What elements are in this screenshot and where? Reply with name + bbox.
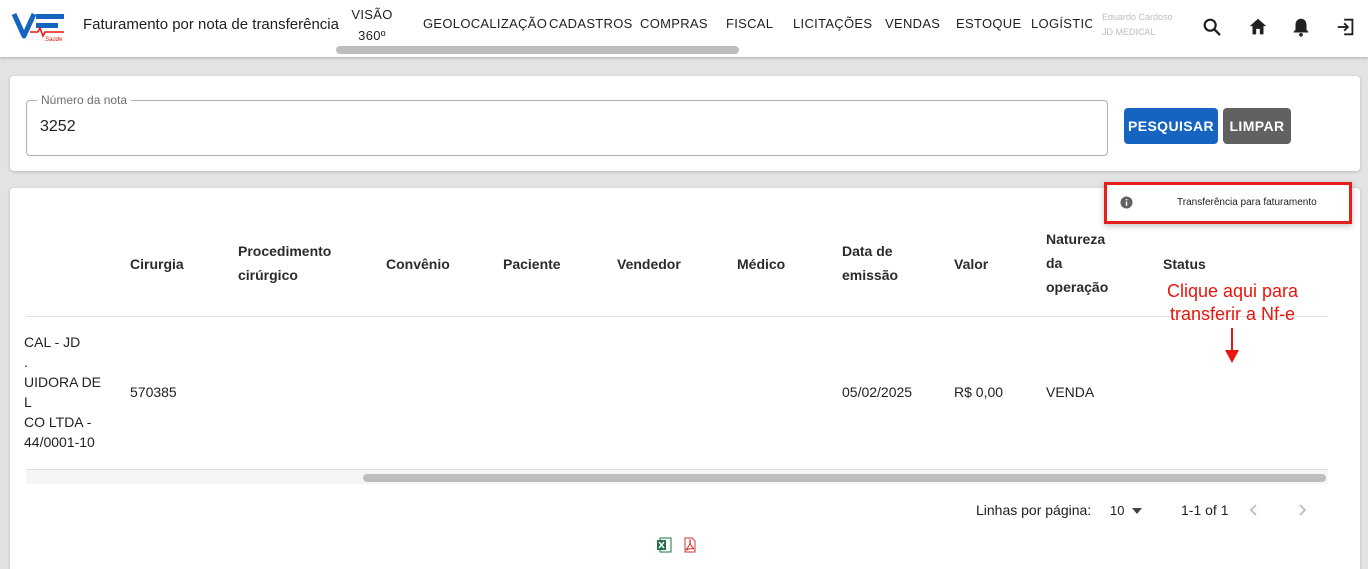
user-company: JD MEDICAL — [1102, 27, 1156, 37]
nav-item-visao-360[interactable]: VISÃO 360º — [346, 4, 398, 46]
search-card: Número da nota PESQUISAR LIMPAR — [10, 76, 1360, 171]
column-header-convenio[interactable]: Convênio — [386, 252, 450, 276]
column-header-text: da — [1046, 255, 1063, 271]
nav-item-logistica[interactable]: LOGÍSTICA — [1031, 16, 1092, 31]
nav-item-estoque[interactable]: ESTOQUE — [956, 16, 1021, 31]
table-cell-partial: UIDORA DE — [24, 374, 102, 390]
pagination-range: 1-1 of 1 — [1181, 502, 1229, 518]
svg-text:Saúde: Saúde — [45, 37, 63, 42]
chevron-left-icon[interactable] — [1246, 502, 1262, 518]
column-header-status[interactable]: Status — [1163, 252, 1206, 276]
home-icon[interactable] — [1247, 16, 1269, 38]
column-header-text: Procedimento — [238, 243, 332, 259]
transfer-to-billing-label: Transferência para faturamento — [1177, 197, 1317, 208]
rows-per-page-select[interactable]: 10 — [1110, 503, 1124, 518]
column-header-text: emissão — [842, 267, 899, 283]
excel-icon[interactable] — [656, 537, 672, 553]
column-header-text: operação — [1046, 279, 1109, 295]
user-name: Eduardo Cardoso — [1102, 12, 1173, 22]
top-bar: Saúde Faturamento por nota de transferên… — [0, 0, 1368, 57]
note-number-label: Número da nota — [37, 93, 132, 107]
table-cell-partial: L — [24, 394, 32, 410]
rows-per-page-label: Linhas por página: — [976, 502, 1092, 518]
column-header-text: Data de — [842, 243, 893, 259]
table-scrollbar-thumb[interactable] — [363, 474, 1326, 482]
callout-line: Clique aqui para — [1166, 281, 1299, 301]
note-number-field[interactable]: Número da nota — [26, 93, 1108, 156]
note-number-input[interactable] — [40, 118, 1090, 136]
clear-button[interactable]: LIMPAR — [1223, 108, 1291, 144]
column-header-vendedor[interactable]: Vendedor — [617, 252, 681, 276]
chevron-right-icon[interactable] — [1294, 502, 1310, 518]
table-cell-partial: CO LTDA - — [24, 414, 92, 430]
column-header-procedimento[interactable]: Procedimento cirúrgico — [238, 239, 331, 287]
column-header-natureza[interactable]: Natureza da operação — [1046, 227, 1108, 299]
app-logo[interactable]: Saúde — [12, 10, 66, 42]
table-cell-valor: R$ 0,00 — [954, 384, 1004, 400]
table-cell-cirurgia: 570385 — [130, 384, 177, 400]
search-icon[interactable] — [1201, 16, 1223, 38]
nav-item-vendas[interactable]: VENDAS — [885, 16, 940, 31]
column-header-cirurgia[interactable]: Cirurgia — [130, 252, 184, 276]
nav-item-cadastros[interactable]: CADASTROS — [549, 16, 633, 31]
table-cell-partial: CAL - JD — [24, 334, 81, 350]
logout-icon[interactable] — [1335, 16, 1357, 38]
nav-scrollbar[interactable] — [336, 46, 739, 54]
callout-line: transferir a Nf-e — [1169, 304, 1296, 324]
user-info: Eduardo Cardoso JD MEDICAL — [1102, 10, 1173, 40]
transfer-to-billing-menu-item[interactable]: Transferência para faturamento — [1104, 182, 1352, 224]
column-header-text: cirúrgico — [238, 267, 298, 283]
pdf-icon[interactable] — [682, 537, 698, 553]
caret-down-icon[interactable] — [1132, 508, 1142, 514]
header-divider — [26, 316, 1328, 317]
table-cell-partial: . — [24, 354, 28, 370]
bell-icon[interactable] — [1290, 16, 1312, 38]
column-header-valor[interactable]: Valor — [954, 252, 988, 276]
arrow-down-icon — [1225, 328, 1239, 363]
page-title: Faturamento por nota de transferência — [83, 16, 339, 33]
callout-annotation: Clique aqui para transferir a Nf-e — [1160, 280, 1305, 326]
table-cell-partial: 44/0001-10 — [24, 434, 95, 450]
table-cell-data-emissao: 05/02/2025 — [842, 384, 913, 400]
table-cell-natureza: VENDA — [1046, 384, 1095, 400]
info-icon — [1120, 196, 1133, 209]
nav-item-licitacoes[interactable]: LICITAÇÕES — [793, 16, 872, 31]
nav-item-compras[interactable]: COMPRAS — [640, 16, 708, 31]
results-card: Cirurgia Procedimento cirúrgico Convênio… — [10, 188, 1360, 569]
column-header-medico[interactable]: Médico — [737, 252, 785, 276]
column-header-paciente[interactable]: Paciente — [503, 252, 561, 276]
nav-item-fiscal[interactable]: FISCAL — [726, 16, 773, 31]
column-header-data-emissao[interactable]: Data de emissão — [842, 239, 898, 287]
search-button[interactable]: PESQUISAR — [1124, 108, 1218, 144]
column-header-text: Natureza — [1046, 231, 1106, 247]
nav-item-geolocalizacao[interactable]: GEOLOCALIZAÇÃO — [423, 16, 547, 31]
